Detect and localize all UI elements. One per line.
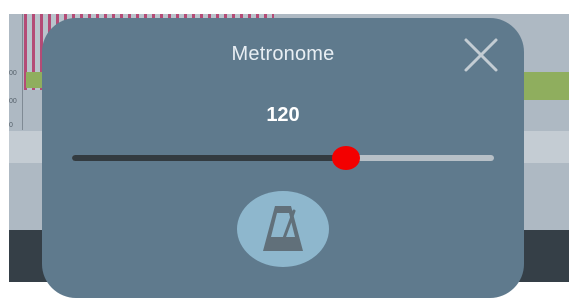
- background-axis-tick: 00: [9, 98, 17, 105]
- metronome-icon: [263, 206, 303, 251]
- close-icon: [464, 38, 498, 72]
- metronome-toggle-button[interactable]: [237, 191, 329, 267]
- background-axis: [22, 14, 23, 130]
- background-green-bar-right: [524, 72, 569, 100]
- metronome-dialog: Metronome 120: [42, 18, 524, 298]
- bpm-value: 120: [266, 104, 300, 126]
- dialog-title: Metronome: [231, 43, 335, 65]
- slider-thumb[interactable]: [332, 146, 361, 170]
- slider-fill: [72, 155, 347, 161]
- background-axis-tick: 00: [9, 70, 17, 77]
- close-button[interactable]: [463, 37, 499, 73]
- tempo-slider[interactable]: [72, 146, 494, 170]
- background-axis-tick: 0: [9, 122, 13, 129]
